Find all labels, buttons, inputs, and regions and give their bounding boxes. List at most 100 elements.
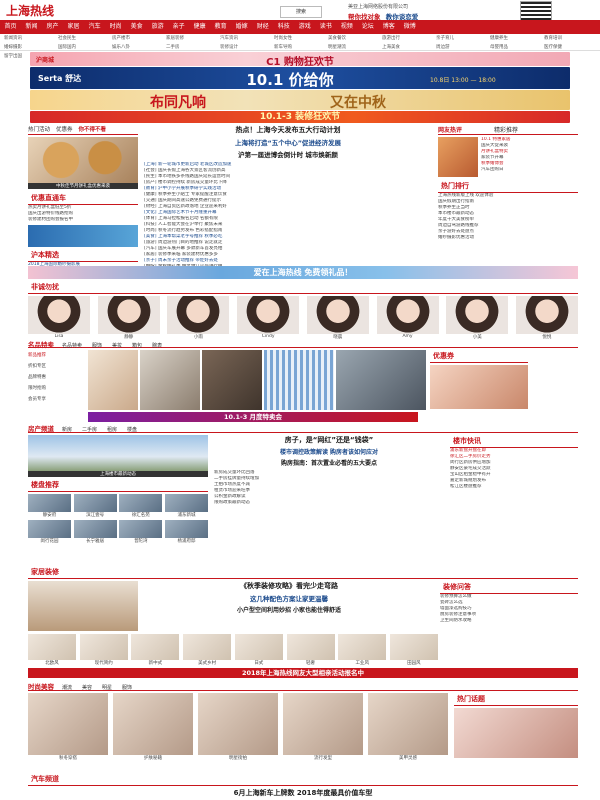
banner-decoration[interactable]: 10.1-3 装修狂欢节 [30, 111, 570, 123]
fashion-card[interactable]: 护肤秘籍 [113, 693, 193, 761]
nav-item[interactable]: 视频 [336, 20, 357, 34]
nav-item[interactable]: 读书 [315, 20, 336, 34]
home-card[interactable]: 美式乡村 [183, 634, 232, 666]
wide-banner[interactable]: 爱在上海热线 免费领礼品！ [28, 266, 578, 279]
fashion-card[interactable]: 流行发型 [283, 693, 363, 761]
products-banner[interactable]: 10.1-3 月度特卖会 [88, 412, 418, 422]
search-box[interactable]: 搜索 [280, 6, 322, 18]
house-headline-3[interactable]: 购房指南：首次置业必看的五大要点 [214, 458, 444, 467]
listing-card[interactable]: 长宁雅居 [73, 520, 117, 544]
nav-item[interactable]: 首页 [0, 20, 21, 34]
listing-card[interactable]: 闵行花园 [28, 520, 71, 544]
person-card[interactable]: 晓晨 [306, 296, 369, 340]
home-card[interactable]: 北欧风 [28, 634, 76, 666]
subnav-item[interactable]: 汽车资讯 [216, 35, 270, 43]
home-right-item[interactable]: 卫生间防水攻略 [440, 618, 578, 624]
home-headline-2[interactable]: 这几种配色方案让家更温馨 [144, 593, 434, 603]
nav-item[interactable]: 财经 [252, 20, 273, 34]
person-card[interactable]: 小美 [446, 296, 509, 340]
product-image-2[interactable] [140, 350, 200, 410]
subnav-item[interactable]: 婚嫁摄影 [0, 44, 54, 52]
center-headline-3[interactable]: 沪第一届进博会倒计时 城市焕新颜 [144, 149, 432, 159]
listing-card[interactable]: 普陀湾 [119, 520, 163, 544]
nav-item[interactable]: 美食 [126, 20, 147, 34]
person-card[interactable]: Cindy [237, 296, 300, 340]
home-headline-1[interactable]: 《秋季装修攻略》看完少走弯路 [144, 581, 434, 591]
nav-item[interactable]: 游戏 [294, 20, 315, 34]
products-tab[interactable]: 腕表 [152, 343, 162, 349]
person-card[interactable]: 小雨 [167, 296, 230, 340]
banner-shopping[interactable]: 沪商城 C1 购物狂欢节 [30, 52, 570, 66]
nav-item[interactable]: 亲子 [168, 20, 189, 34]
home-card[interactable]: 轻奢 [286, 634, 335, 666]
center-headline-2[interactable]: 上海将打造“五个中心”促进经济发展 [144, 137, 432, 147]
subnav-item[interactable]: 上海美食 [378, 44, 432, 52]
subnav-item[interactable]: 娱乐八卦 [108, 44, 162, 52]
fashion-tab[interactable]: 美容 [82, 685, 92, 691]
house-right-item[interactable]: 松江区楼盘推荐 [450, 484, 578, 490]
home-image[interactable] [28, 581, 138, 631]
home-card[interactable]: 现代简约 [79, 634, 128, 666]
products-tab[interactable]: 服饰 [92, 343, 102, 349]
nav-item[interactable]: 汽车 [84, 20, 105, 34]
subnav-item[interactable]: 新车导购 [270, 44, 324, 52]
center-headline-1[interactable]: 热点！上海今天发布五大行动计划 [144, 125, 432, 135]
products-side-link[interactable]: 折扣专区 [28, 361, 88, 372]
nav-item[interactable]: 新闻 [21, 20, 42, 34]
fashion-tab[interactable]: 明星 [102, 685, 112, 691]
nav-item[interactable]: 旅游 [147, 20, 168, 34]
right-hot-image[interactable] [438, 137, 478, 177]
home-headline-3[interactable]: 小户型空间利用妙招 小家也能住得舒适 [144, 605, 434, 614]
subnav-item[interactable]: 二手房 [162, 44, 216, 52]
left-tab[interactable]: 热门活动 [28, 127, 50, 133]
fashion-tab[interactable]: 潮流 [62, 685, 72, 691]
house-image[interactable] [28, 435, 208, 471]
person-card[interactable]: 悦悦 [515, 296, 578, 340]
coupon-image[interactable] [430, 365, 528, 409]
listing-card[interactable]: 浦东新城 [164, 494, 208, 518]
promo-image[interactable] [28, 225, 138, 247]
person-card[interactable]: Amy [376, 296, 439, 340]
products-tab[interactable]: 美妆 [112, 343, 122, 349]
subnav-item[interactable]: 教育培训 [540, 35, 594, 43]
nav-item[interactable]: 论坛 [357, 20, 378, 34]
red-banner[interactable]: 2018年上海热线网友大型相亲活动报名中 [28, 668, 578, 678]
promo-line[interactable]: 装修建材团购会报名中 [28, 217, 138, 223]
subnav-item[interactable]: 亲子育儿 [432, 35, 486, 43]
hot-item[interactable]: 汽车团购日 [481, 167, 577, 173]
house-headline-1[interactable]: 房子，是“网红”还是“钱袋” [214, 435, 444, 445]
banner-serta[interactable]: Serta 舒达 10.1 价给你 10.8日 13:00 — 18:00 [30, 67, 570, 89]
house-tab[interactable]: 二手房 [82, 427, 97, 433]
house-tab[interactable]: 租房 [107, 427, 117, 433]
subnav-item[interactable]: 健康养生 [486, 35, 540, 43]
house-tab[interactable]: 楼盘 [127, 427, 137, 433]
products-tab[interactable]: 名品特卖 [62, 343, 82, 349]
left-tab[interactable]: 你不得不看 [79, 127, 107, 133]
search-button[interactable]: 搜索 [281, 7, 321, 17]
rank-item[interactable]: 婚纱摄影优惠活动 [438, 235, 578, 241]
nav-item[interactable]: 婚嫁 [231, 20, 252, 34]
subnav-item[interactable]: 时尚女性 [270, 35, 324, 43]
listing-card[interactable]: 滨江壹号 [73, 494, 117, 518]
subnav-item[interactable]: 家居装修 [162, 35, 216, 43]
home-card[interactable]: 工业风 [338, 634, 387, 666]
subnav-item[interactable]: 新闻资讯 [0, 35, 54, 43]
listing-card[interactable]: 静安府 [28, 494, 71, 518]
house-headline-2[interactable]: 楼市调控政策解读 购房者该如何应对 [214, 447, 444, 456]
house-tab[interactable]: 新房 [62, 427, 72, 433]
person-card[interactable]: Lisa [28, 296, 90, 340]
nav-item[interactable]: 博客 [378, 20, 399, 34]
banner-autumn[interactable]: 布同凡响 又在中秋 [30, 90, 570, 110]
nav-item[interactable]: 时尚 [105, 20, 126, 34]
nav-item[interactable]: 家居 [63, 20, 84, 34]
house-news-item[interactable]: 限购政策最新动态 [214, 500, 444, 506]
right-tab-1[interactable]: 网友热评 [438, 127, 462, 134]
products-tab[interactable]: 箱包 [132, 343, 142, 349]
subnav-item[interactable]: 周边游 [432, 44, 486, 52]
subnav-item[interactable]: 美食餐饮 [324, 35, 378, 43]
product-image-4[interactable] [264, 350, 334, 410]
products-side-link[interactable]: 限时抢购 [28, 383, 88, 394]
fashion-tab[interactable]: 服饰 [122, 685, 132, 691]
person-card[interactable]: 静静 [97, 296, 160, 340]
fashion-card[interactable]: 秋冬穿搭 [28, 693, 108, 761]
